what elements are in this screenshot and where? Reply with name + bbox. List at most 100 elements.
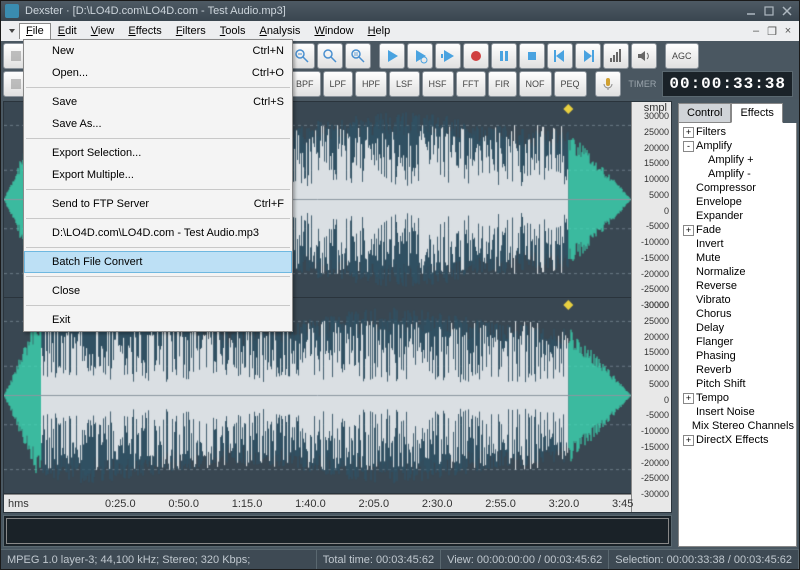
- AGC-button[interactable]: AGC: [665, 43, 699, 69]
- menu-view[interactable]: View: [84, 23, 122, 39]
- HSF-button[interactable]: HSF: [422, 71, 454, 97]
- tree-item-reverb[interactable]: Reverb: [681, 363, 794, 377]
- watermark: LO4D.com: [714, 532, 792, 548]
- statusbar: MPEG 1.0 layer-3; 44,100 kHz; Stereo; 32…: [1, 549, 799, 569]
- menu-effects[interactable]: Effects: [121, 23, 168, 39]
- tree-item-flanger[interactable]: Flanger: [681, 335, 794, 349]
- menu-item-save[interactable]: SaveCtrl+S: [24, 91, 292, 113]
- expand-icon[interactable]: +: [683, 127, 694, 138]
- menu-item-batch-file-convert[interactable]: Batch File Convert: [24, 251, 292, 273]
- skip-fwd-icon[interactable]: [575, 43, 601, 69]
- tree-item-invert[interactable]: Invert: [681, 237, 794, 251]
- play-sel-icon[interactable]: [435, 43, 461, 69]
- status-view-range: View: 00:00:00:00 / 00:03:45:62: [441, 550, 609, 569]
- record-icon[interactable]: [463, 43, 489, 69]
- mdi-minimize-icon[interactable]: –: [749, 25, 763, 37]
- tree-item-amplify-[interactable]: Amplify +: [681, 153, 794, 167]
- FFT-button[interactable]: FFT: [456, 71, 487, 97]
- close-button[interactable]: [779, 4, 795, 18]
- expand-icon[interactable]: -: [683, 141, 694, 152]
- amplitude-scale-left: 300002500020000150001000050000-5000-1000…: [632, 116, 671, 305]
- LPF-button[interactable]: LPF: [323, 71, 354, 97]
- maximize-button[interactable]: [761, 4, 777, 18]
- tree-item-vibrato[interactable]: Vibrato: [681, 293, 794, 307]
- amplitude-scale-right: 300002500020000150001000050000-5000-1000…: [632, 305, 671, 494]
- tree-item-pitch-shift[interactable]: Pitch Shift: [681, 377, 794, 391]
- zoom-sel-icon[interactable]: [345, 43, 371, 69]
- tree-item-insert-noise[interactable]: Insert Noise: [681, 405, 794, 419]
- menu-window[interactable]: Window: [307, 23, 360, 39]
- expand-icon[interactable]: +: [683, 435, 694, 446]
- ruler-unit-label: hms: [8, 498, 29, 510]
- play-icon[interactable]: [379, 43, 405, 69]
- status-format: MPEG 1.0 layer-3; 44,100 kHz; Stereo; 32…: [1, 550, 317, 569]
- tree-item-amplify-[interactable]: Amplify -: [681, 167, 794, 181]
- side-panel: ControlEffects +Filters-AmplifyAmplify +…: [674, 99, 799, 549]
- tree-item-tempo[interactable]: +Tempo: [681, 391, 794, 405]
- tree-item-compressor[interactable]: Compressor: [681, 181, 794, 195]
- speaker-icon[interactable]: [631, 43, 657, 69]
- mdi-restore-icon[interactable]: ❐: [765, 25, 779, 37]
- tree-item-delay[interactable]: Delay: [681, 321, 794, 335]
- timer-label: TIMER: [628, 79, 660, 89]
- tree-item-fade[interactable]: +Fade: [681, 223, 794, 237]
- overview-bar[interactable]: [3, 515, 672, 547]
- menu-item-send-to-ftp-server[interactable]: Send to FTP ServerCtrl+F: [24, 193, 292, 215]
- tree-item-mute[interactable]: Mute: [681, 251, 794, 265]
- expand-icon[interactable]: +: [683, 225, 694, 236]
- tree-item-chorus[interactable]: Chorus: [681, 307, 794, 321]
- menu-item-close[interactable]: Close: [24, 280, 292, 302]
- menu-item-exit[interactable]: Exit: [24, 309, 292, 331]
- menu-file[interactable]: File: [19, 23, 51, 39]
- PEQ-button[interactable]: PEQ: [554, 71, 587, 97]
- minimize-button[interactable]: [743, 4, 759, 18]
- tree-item-mix-stereo-channels[interactable]: Mix Stereo Channels: [681, 419, 794, 433]
- expand-icon[interactable]: +: [683, 393, 694, 404]
- tab-effects[interactable]: Effects: [731, 103, 782, 123]
- FIR-button[interactable]: FIR: [488, 71, 517, 97]
- effects-tree[interactable]: +Filters-AmplifyAmplify +Amplify -Compre…: [678, 123, 797, 547]
- titlebar: Dexster · [D:\LO4D.com\LO4D.com - Test A…: [1, 1, 799, 21]
- volume-icon[interactable]: [603, 43, 629, 69]
- menu-tools[interactable]: Tools: [213, 23, 253, 39]
- window-title: Dexster · [D:\LO4D.com\LO4D.com - Test A…: [25, 5, 743, 17]
- BPF-button[interactable]: BPF: [289, 71, 321, 97]
- menu-item-open[interactable]: Open...Ctrl+O: [24, 62, 292, 84]
- menu-item-export-selection[interactable]: Export Selection...: [24, 142, 292, 164]
- tree-item-directx-effects[interactable]: +DirectX Effects: [681, 433, 794, 447]
- tree-item-amplify[interactable]: -Amplify: [681, 139, 794, 153]
- menu-edit[interactable]: Edit: [51, 23, 84, 39]
- tree-item-filters[interactable]: +Filters: [681, 125, 794, 139]
- menu-item-new[interactable]: NewCtrl+N: [24, 40, 292, 62]
- zoom-fit-icon[interactable]: [317, 43, 343, 69]
- status-selection: Selection: 00:00:33:38 / 00:03:45:62: [609, 550, 799, 569]
- menu-dropdown-icon[interactable]: [5, 24, 19, 38]
- tree-item-reverse[interactable]: Reverse: [681, 279, 794, 293]
- HPF-button[interactable]: HPF: [355, 71, 387, 97]
- status-total-time: Total time: 00:03:45:62: [317, 550, 441, 569]
- menu-item-d-lo4d-com-lo4d-com-test-audio-mp3[interactable]: D:\LO4D.com\LO4D.com - Test Audio.mp3: [24, 222, 292, 244]
- menu-analysis[interactable]: Analysis: [252, 23, 307, 39]
- tab-control[interactable]: Control: [678, 103, 731, 123]
- tree-item-expander[interactable]: Expander: [681, 209, 794, 223]
- tree-item-envelope[interactable]: Envelope: [681, 195, 794, 209]
- mdi-close-icon[interactable]: ×: [781, 25, 795, 37]
- skip-back-icon[interactable]: [547, 43, 573, 69]
- file-menu-dropdown: NewCtrl+NOpen...Ctrl+O SaveCtrl+SSave As.…: [23, 39, 293, 332]
- LSF-button[interactable]: LSF: [389, 71, 420, 97]
- menu-item-export-multiple[interactable]: Export Multiple...: [24, 164, 292, 186]
- stop-icon[interactable]: [519, 43, 545, 69]
- menubar: FileEditViewEffectsFiltersToolsAnalysisW…: [1, 21, 799, 41]
- mic-icon[interactable]: [595, 71, 621, 97]
- app-icon: [5, 4, 19, 18]
- menu-filters[interactable]: Filters: [169, 23, 213, 39]
- play-loop-icon[interactable]: [407, 43, 433, 69]
- pause-icon[interactable]: [491, 43, 517, 69]
- time-ruler[interactable]: hms 0:25.00:50.01:15.01:40.02:05.02:30.0…: [4, 494, 631, 512]
- timer-display: 00:00:33:38: [662, 71, 793, 97]
- NOF-button[interactable]: NOF: [519, 71, 552, 97]
- tree-item-normalize[interactable]: Normalize: [681, 265, 794, 279]
- tree-item-phasing[interactable]: Phasing: [681, 349, 794, 363]
- menu-help[interactable]: Help: [361, 23, 398, 39]
- menu-item-save-as[interactable]: Save As...: [24, 113, 292, 135]
